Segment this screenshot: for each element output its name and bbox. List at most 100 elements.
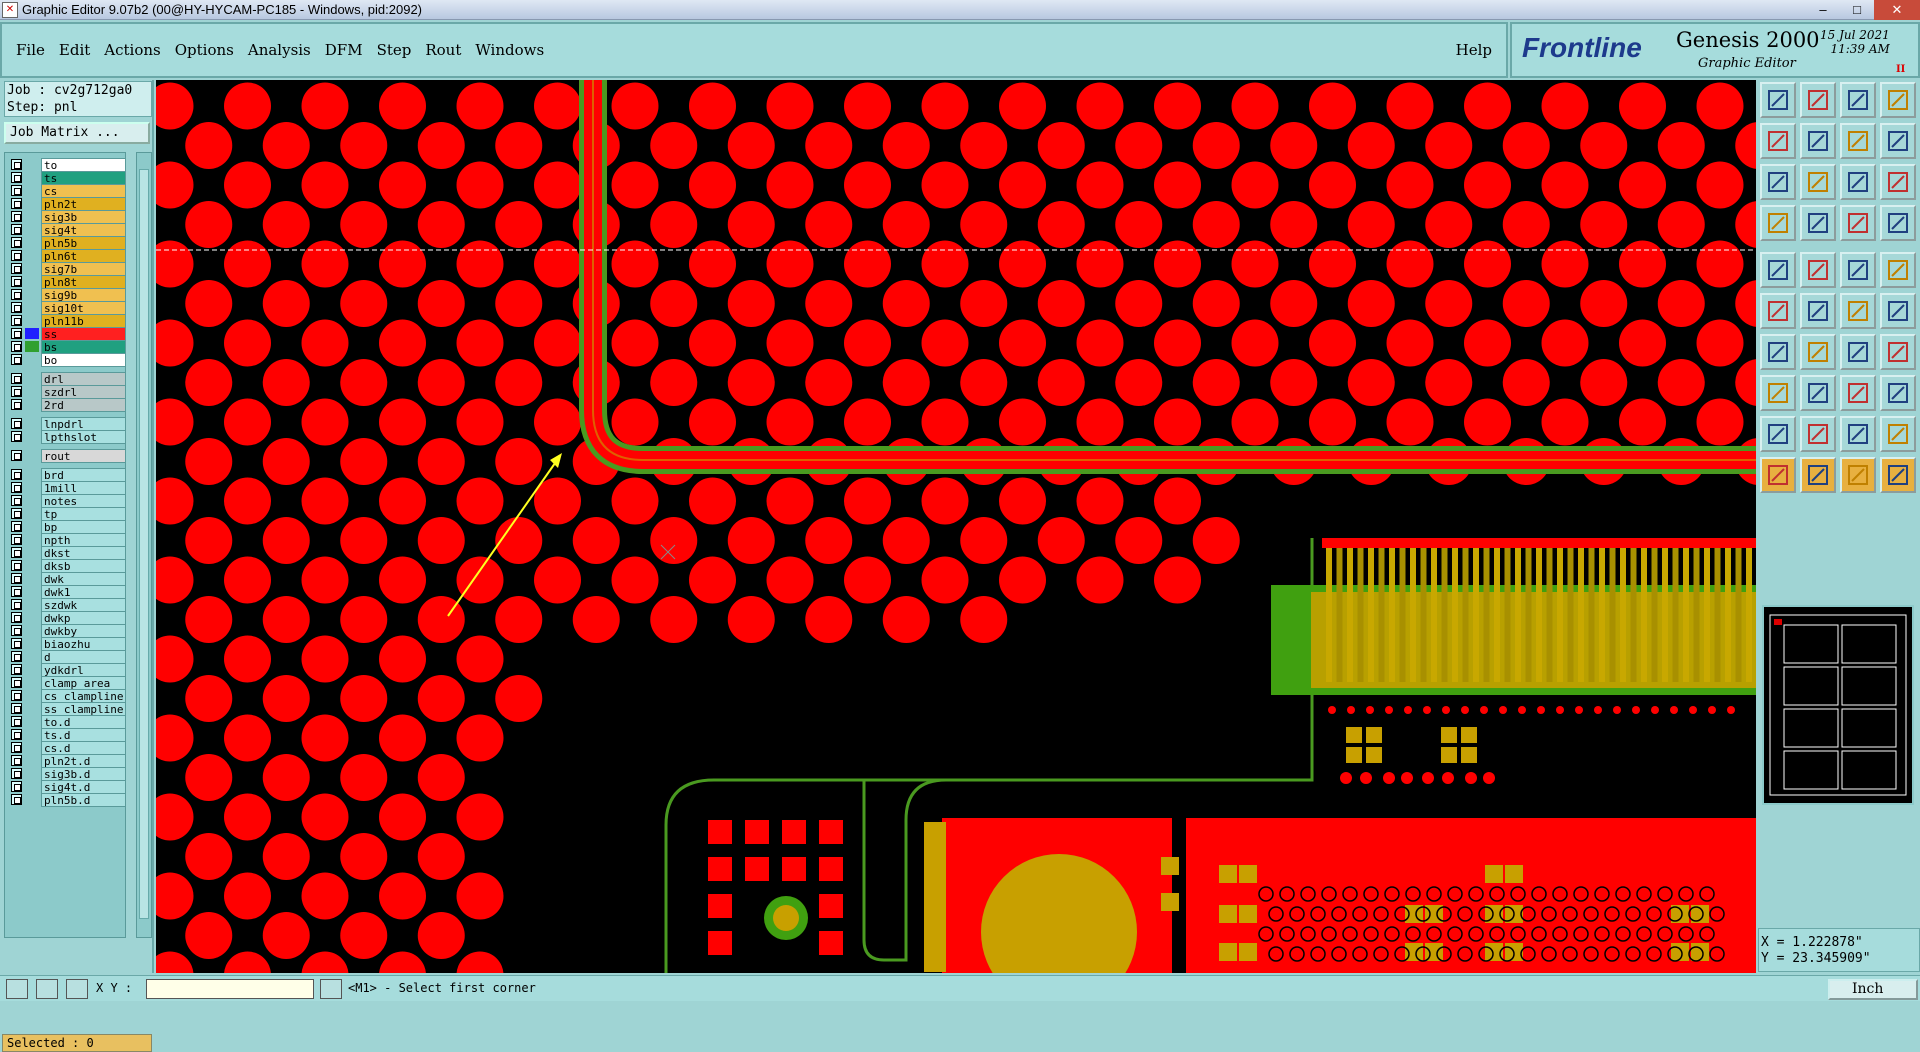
pad[interactable] [340,754,388,801]
pad[interactable] [921,398,969,446]
pad[interactable] [766,556,814,604]
pad[interactable] [999,161,1046,209]
pad[interactable] [156,872,194,920]
pad[interactable] [185,675,233,722]
pad[interactable] [301,398,349,446]
pad[interactable] [1541,319,1589,367]
pad[interactable] [262,833,310,880]
pad[interactable] [766,319,814,367]
pad[interactable] [1619,319,1666,367]
pad[interactable] [1696,240,1744,288]
pad[interactable] [262,280,310,327]
pad[interactable] [1580,122,1628,169]
pad[interactable] [417,912,465,959]
zoom-area-icon[interactable] [1880,123,1916,159]
pad[interactable] [960,122,1008,169]
pad[interactable] [417,280,465,327]
layer-checkbox[interactable] [11,341,22,352]
pad[interactable] [844,319,891,367]
pad[interactable] [185,754,233,801]
pad[interactable] [262,359,310,406]
pad[interactable] [882,201,930,248]
layer-checkbox[interactable] [11,742,22,753]
pad[interactable] [1154,556,1201,604]
layer-checkbox[interactable] [11,224,22,235]
pan-left-icon[interactable] [1760,123,1796,159]
pad[interactable] [1541,82,1589,130]
pad[interactable] [1464,398,1511,446]
pad[interactable] [766,161,814,209]
pad[interactable] [1154,319,1201,367]
pad[interactable] [805,517,853,564]
pad[interactable] [379,951,426,974]
pad[interactable] [766,82,814,130]
pad[interactable] [921,556,969,604]
layer-checkbox[interactable] [11,276,22,287]
pad[interactable] [1037,517,1085,564]
pad[interactable] [1502,359,1550,406]
pad[interactable] [766,398,814,446]
view-home2-icon[interactable] [1840,82,1876,118]
pad[interactable] [417,359,465,406]
layer-checkbox[interactable] [11,755,22,766]
pad[interactable] [1037,280,1085,327]
pad[interactable] [1425,122,1473,169]
layer-row[interactable]: bo [5,352,125,367]
pad[interactable] [340,912,388,959]
pad[interactable] [224,951,271,974]
pad[interactable] [456,398,504,446]
pad[interactable] [1037,122,1085,169]
add-dot-icon[interactable] [1880,252,1916,288]
layer-name[interactable]: pln5b.d [41,793,125,807]
pad[interactable] [766,240,814,288]
pad[interactable] [650,517,698,564]
pad[interactable] [1270,359,1318,406]
pad[interactable] [611,161,659,209]
pad[interactable] [1115,517,1163,564]
pad[interactable] [224,240,271,288]
layer-checkbox[interactable] [11,172,22,183]
pad[interactable] [1386,161,1434,209]
select-hand-icon[interactable] [1840,457,1876,493]
pad[interactable] [262,201,310,248]
pad[interactable] [417,754,465,801]
pad[interactable] [379,82,426,130]
layer-name[interactable]: 2rd [41,398,125,412]
pad[interactable] [456,872,504,920]
pad[interactable] [1154,240,1201,288]
pad[interactable] [1386,82,1434,130]
pad[interactable] [1037,359,1085,406]
pad[interactable] [1154,161,1201,209]
zoom-fit-icon[interactable] [1840,123,1876,159]
pad[interactable] [921,161,969,209]
pad[interactable] [224,477,271,525]
line-icon[interactable] [1840,293,1876,329]
pad[interactable] [1502,122,1550,169]
select-icon[interactable] [1760,457,1796,493]
pad[interactable] [1735,122,1756,169]
pad[interactable] [301,714,349,762]
pad[interactable] [805,596,853,643]
grid-icon[interactable] [1800,205,1836,241]
layer-stack2-icon[interactable] [1880,205,1916,241]
layer-checkbox[interactable] [11,431,22,442]
pad[interactable] [185,280,233,327]
pad[interactable] [727,596,775,643]
pad[interactable] [1502,201,1550,248]
polygon4-icon[interactable] [1880,416,1916,452]
pad[interactable] [1076,240,1124,288]
pad[interactable] [650,596,698,643]
layer-row[interactable]: 2rd [5,397,125,412]
layer-checkbox[interactable] [11,729,22,740]
pad[interactable] [224,872,271,920]
pad[interactable] [1735,280,1756,327]
pad[interactable] [650,122,698,169]
pad[interactable] [805,122,853,169]
pad[interactable] [572,517,620,564]
pad[interactable] [1115,359,1163,406]
pad[interactable] [534,398,581,446]
layer-checkbox[interactable] [11,716,22,727]
pad[interactable] [844,240,891,288]
pad[interactable] [340,280,388,327]
menu-dfm[interactable]: DFM [325,41,363,59]
